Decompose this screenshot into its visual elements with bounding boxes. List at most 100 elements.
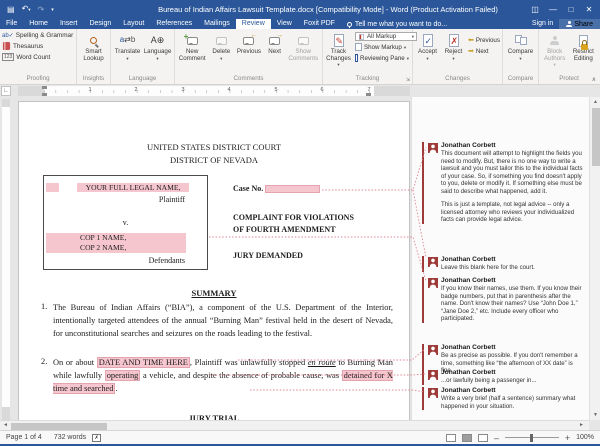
tab-view[interactable]: View (271, 19, 298, 29)
previous-change-icon: ⬅ (468, 37, 474, 44)
next-comment-button[interactable]: → Next (264, 31, 286, 75)
comment-author: Jonathan Corbett (441, 369, 496, 376)
scroll-left-icon[interactable]: ◄ (0, 421, 11, 430)
tab-foxit-pdf[interactable]: Foxit PDF (298, 19, 341, 29)
read-mode-icon[interactable] (445, 433, 456, 442)
word-count-button[interactable]: 123 Word Count (2, 52, 74, 62)
comment-text: ...or lawfully being a passenger in... (441, 377, 537, 384)
tab-review[interactable]: Review (235, 19, 271, 29)
tab-references[interactable]: References (150, 19, 198, 29)
document-area: UNITED STATES DISTRICT COURT DISTRICT OF… (0, 97, 600, 430)
comment-text: Leave this blank here for the court. (441, 264, 535, 271)
block-authors-icon (550, 36, 560, 45)
status-bar: Page 1 of 4 732 words ✗ – + 100% (0, 430, 600, 444)
plaintiff-name-field[interactable]: YOUR FULL LEGAL NAME, (77, 183, 189, 192)
comment-card[interactable]: Jonathan Corbett This document will atte… (422, 142, 585, 224)
scroll-down-icon[interactable]: ▼ (590, 410, 600, 420)
ruler-number: 2 (134, 86, 138, 93)
comment-text: This document will attempt to highlight … (441, 150, 583, 195)
smart-lookup-button[interactable]: Smart Lookup (78, 31, 109, 75)
minimize-icon[interactable]: — (544, 0, 562, 19)
customize-qat-icon[interactable]: ▾ (51, 6, 54, 14)
document-page[interactable]: UNITED STATES DISTRICT COURT DISTRICT OF… (18, 101, 410, 430)
tab-design[interactable]: Design (83, 19, 117, 29)
comment-author: Jonathan Corbett (441, 256, 496, 263)
person-icon (566, 21, 573, 27)
zoom-in-icon[interactable]: + (565, 433, 570, 443)
web-layout-icon[interactable] (477, 433, 488, 442)
right-indent-marker[interactable] (366, 93, 371, 96)
delete-comment-button[interactable]: Delete ▾ (208, 31, 234, 75)
reviewing-pane-button[interactable]: Reviewing Pane ▾ (355, 53, 409, 63)
translate-icon: a ⇄ b (119, 35, 136, 45)
tab-selector[interactable]: ∟ (1, 86, 11, 96)
comment-card[interactable]: Jonathan Corbett If you know their names… (422, 277, 585, 323)
display-for-review-dropdown[interactable]: All Markup ▾ (355, 32, 417, 41)
vertical-scrollbar[interactable]: ▲ ▼ (589, 97, 600, 420)
ruler-number: 5 (274, 86, 278, 93)
vertical-scroll-thumb[interactable] (591, 108, 600, 166)
next-change-icon: ➡ (468, 48, 474, 55)
accept-button[interactable]: ✓ Accept ▾ (414, 31, 441, 75)
operating-field[interactable]: operating (104, 369, 141, 381)
tab-insert[interactable]: Insert (54, 19, 84, 29)
tell-me-box[interactable]: Tell me what you want to do... (341, 19, 453, 29)
word-count-indicator[interactable]: 732 words (48, 434, 92, 441)
save-icon[interactable]: ▤ (7, 5, 15, 14)
translate-button[interactable]: a ⇄ b Translate ▾ (113, 31, 143, 75)
tab-mailings[interactable]: Mailings (198, 19, 236, 29)
group-proofing: ab✓ Spelling & Grammar Thesaurus 123 Wor… (0, 29, 77, 84)
reject-button[interactable]: ✗ Reject ▾ (441, 31, 466, 75)
collapse-ribbon-icon[interactable]: ∧ (592, 76, 596, 83)
previous-comment-button[interactable]: ← Previous (235, 31, 263, 75)
scroll-up-icon[interactable]: ▲ (590, 97, 600, 107)
defendant-names-field[interactable]: COP 1 NAME, COP 2 NAME, (46, 233, 186, 253)
close-icon[interactable]: ✕ (580, 0, 598, 19)
tracking-dialog-launcher-icon[interactable]: ⇲ (406, 77, 410, 83)
left-indent-marker[interactable] (42, 93, 47, 96)
tab-file[interactable]: File (0, 19, 23, 29)
case-number-field[interactable] (265, 185, 321, 194)
next-change-button[interactable]: ➡ Next (468, 46, 498, 56)
comment-card[interactable]: Jonathan Corbett ...or lawfully being a … (422, 369, 585, 385)
horizontal-scroll-thumb[interactable] (11, 422, 107, 430)
window-title: Bureau of Indian Affairs Lawsuit Templat… (158, 5, 498, 14)
comments-pane: Jonathan Corbett This document will atte… (411, 97, 589, 430)
tab-layout[interactable]: Layout (117, 19, 150, 29)
title-bar: ▤ ↶▾ ↷ ▾ Bureau of Indian Affairs Lawsui… (0, 0, 600, 19)
print-layout-icon[interactable] (461, 433, 472, 442)
comment-card[interactable]: Jonathan Corbett Write a very brief (hal… (422, 387, 585, 410)
restrict-editing-button[interactable]: Restrict Editing (569, 31, 597, 75)
zoom-slider[interactable] (504, 433, 559, 442)
window-controls: ◫ — □ ✕ (526, 0, 600, 19)
horizontal-scrollbar[interactable]: ◄ ► (0, 420, 589, 430)
maximize-icon[interactable]: □ (562, 0, 580, 19)
compare-button[interactable]: Compare ▾ (504, 31, 537, 75)
share-button[interactable]: Share (559, 19, 600, 29)
scroll-right-icon[interactable]: ► (576, 421, 587, 430)
ribbon-display-options-icon[interactable]: ◫ (526, 0, 544, 19)
spelling-grammar-button[interactable]: ab✓ Spelling & Grammar (2, 30, 74, 40)
datetime-field[interactable]: DATE AND TIME HERE (96, 357, 190, 368)
proofing-errors-icon[interactable]: ✗ (92, 433, 102, 442)
vertical-ruler (2, 99, 10, 424)
sign-in-button[interactable]: Sign in (526, 19, 559, 29)
accept-icon: ✓ (422, 34, 433, 47)
field-highlight[interactable] (46, 183, 59, 192)
comment-card[interactable]: Jonathan Corbett Leave this blank here f… (422, 256, 585, 272)
zoom-out-icon[interactable]: – (494, 433, 499, 443)
language-button[interactable]: A⊕ Language ▾ (143, 31, 173, 75)
page-indicator[interactable]: Page 1 of 4 (0, 434, 48, 441)
zoom-level[interactable]: 100% (576, 434, 594, 441)
list-number: 1. (41, 302, 48, 311)
first-line-indent-marker[interactable] (42, 86, 47, 89)
track-changes-button[interactable]: ✎ Track Changes ▾ (324, 31, 353, 75)
ribbon: ab✓ Spelling & Grammar Thesaurus 123 Wor… (0, 29, 600, 85)
new-comment-button[interactable]: + New Comment (177, 31, 208, 75)
show-markup-button[interactable]: Show Markup ▾ (355, 42, 409, 52)
previous-change-button[interactable]: ⬅ Previous (468, 35, 500, 45)
undo-icon[interactable]: ↶▾ (22, 5, 31, 14)
tab-home[interactable]: Home (23, 19, 54, 29)
zoom-slider-thumb[interactable] (529, 433, 533, 442)
thesaurus-button[interactable]: Thesaurus (2, 41, 74, 51)
